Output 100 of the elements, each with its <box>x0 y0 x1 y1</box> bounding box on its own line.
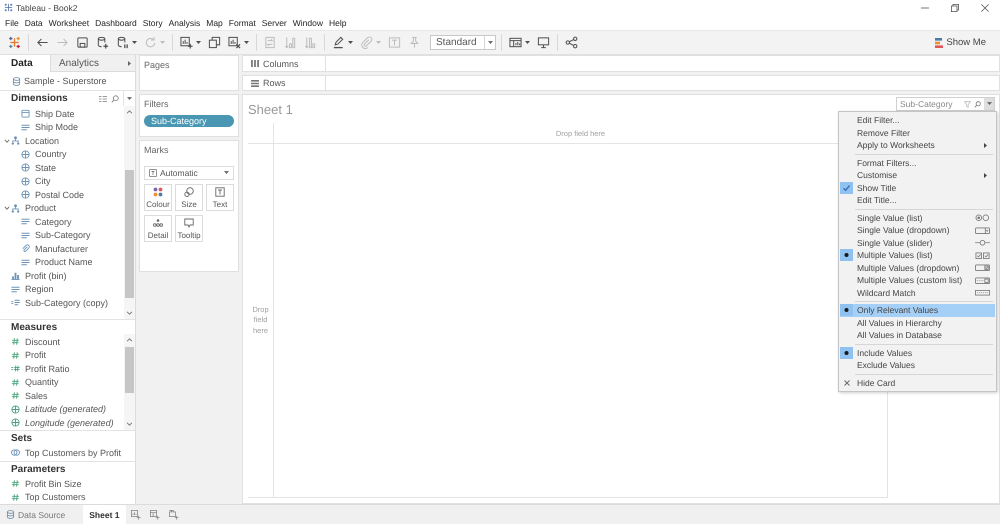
mark-property-button[interactable]: Size <box>175 184 203 211</box>
menu-item[interactable]: Dashboard <box>92 18 140 28</box>
sheet-tab[interactable]: Data Source <box>0 505 72 524</box>
hash-icon <box>11 492 20 502</box>
menu-item[interactable]: Include Values <box>840 346 995 359</box>
menu-item[interactable]: Multiple Values (dropdown) <box>840 262 995 274</box>
caret-icon <box>986 102 992 106</box>
caret-icon[interactable] <box>4 138 10 144</box>
scrollbar[interactable] <box>124 106 135 319</box>
mark-property-button[interactable]: Colour <box>144 184 172 211</box>
field-item[interactable]: Top Customers by Profit <box>11 448 122 458</box>
menu-item[interactable]: All Values in Hierarchy <box>840 316 995 329</box>
scrollbar[interactable] <box>124 334 135 430</box>
hash-icon <box>11 337 20 346</box>
paperclip-icon <box>360 36 373 49</box>
field-item[interactable]: Category <box>21 216 72 227</box>
globe-icon <box>11 404 20 414</box>
field-item[interactable]: Manufacturer <box>21 244 88 254</box>
list-view-icon[interactable] <box>99 94 107 102</box>
field-item[interactable]: Longitude (generated) <box>11 418 114 428</box>
menu-item[interactable]: Multiple Values (custom list) <box>840 274 995 286</box>
dropdown-button[interactable] <box>984 98 994 110</box>
field-item[interactable]: Region <box>11 284 54 294</box>
menu-item[interactable]: Single Value (list) <box>840 212 995 224</box>
menu-item[interactable]: Apply to Worksheets <box>840 139 995 152</box>
pen-icon <box>332 36 345 49</box>
globe-icon <box>21 163 30 172</box>
globe-icon <box>21 176 30 186</box>
menu-item[interactable]: Format <box>226 18 259 28</box>
field-item[interactable]: Latitude (generated) <box>11 404 106 414</box>
view-size-dropdown[interactable]: Standard <box>430 35 496 50</box>
mark-type-dropdown[interactable]: Automatic <box>144 166 234 180</box>
show-me-button[interactable]: Show Me <box>935 37 986 48</box>
menu-item[interactable]: Edit Title... <box>840 194 995 206</box>
search-icon[interactable] <box>974 100 981 108</box>
menu-item[interactable]: Hide Card <box>840 376 995 389</box>
database-icon <box>6 510 15 519</box>
menu-item[interactable]: Format Filters... <box>840 156 995 169</box>
menu-item[interactable]: Show Title <box>840 182 995 194</box>
menu-item[interactable]: Window <box>290 18 326 28</box>
field-item[interactable]: Top Customers <box>11 492 86 502</box>
field-item[interactable]: Discount <box>11 336 60 347</box>
pin-icon <box>408 36 421 49</box>
menu-item[interactable]: Customise <box>840 169 995 182</box>
field-item[interactable]: Ship Mode <box>21 122 78 132</box>
presentation-icon <box>537 36 550 49</box>
search-icon[interactable] <box>111 94 119 102</box>
field-item[interactable]: Profit Ratio <box>11 364 70 374</box>
pane-menu-button[interactable] <box>124 55 135 72</box>
field-item[interactable]: Profit Bin Size <box>11 478 82 489</box>
field-item[interactable]: Sales <box>11 390 48 401</box>
field-item[interactable]: City <box>21 176 50 186</box>
menu-item[interactable]: All Values in Database <box>840 329 995 342</box>
data-source-item[interactable]: Sample - Superstore <box>12 76 107 86</box>
menu-item[interactable]: Data <box>22 18 46 28</box>
mark-property-button[interactable]: Detail <box>144 215 172 242</box>
card-title: Marks <box>144 145 168 155</box>
sheet-tab[interactable]: Sheet 1 <box>83 505 126 524</box>
menu-item[interactable]: Worksheet <box>46 18 92 28</box>
mark-property-button[interactable]: Text <box>206 184 234 211</box>
menu-item[interactable]: Exclude Values <box>840 359 995 372</box>
field-item[interactable]: State <box>21 162 56 173</box>
field-item[interactable]: Postal Code <box>21 190 84 200</box>
scrollbar-thumb[interactable] <box>125 170 134 298</box>
card-title: Filters <box>144 99 168 109</box>
pane-tab[interactable]: Analytics <box>50 55 124 72</box>
menu-item[interactable]: File <box>2 18 22 28</box>
window-chart-icon <box>509 36 522 49</box>
menu-item[interactable]: Story <box>140 18 166 28</box>
close-icon <box>981 4 989 12</box>
menu-item[interactable]: Remove Filter <box>840 126 995 139</box>
menu-item[interactable]: Help <box>326 18 350 28</box>
menu-item[interactable]: Analysis <box>166 18 204 28</box>
share-icon <box>565 36 578 49</box>
refresh-icon <box>144 36 157 49</box>
field-item[interactable]: Quantity <box>11 377 59 388</box>
field-item[interactable]: Location <box>11 136 60 146</box>
menu-item[interactable]: Single Value (dropdown) <box>840 224 995 236</box>
menu-item[interactable]: Map <box>203 18 226 28</box>
field-item[interactable]: Ship Date <box>21 108 75 119</box>
menu-item[interactable]: Only Relevant Values <box>840 304 995 316</box>
menu-item[interactable]: Multiple Values (list) <box>840 249 995 262</box>
mark-property-button[interactable]: Tooltip <box>175 215 203 242</box>
field-item[interactable]: Sub-Category (copy) <box>11 298 108 308</box>
shelf-label: Rows <box>263 78 286 88</box>
menu-item[interactable]: Single Value (slider) <box>840 236 995 249</box>
caret-icon[interactable] <box>4 205 10 212</box>
field-item[interactable]: Sub-Category <box>21 230 91 240</box>
filter-card[interactable]: Sub-Category <box>896 97 995 111</box>
field-item[interactable]: Product <box>11 203 56 214</box>
menu-item[interactable]: Server <box>258 18 290 28</box>
hash-icon <box>11 479 20 488</box>
field-item[interactable]: Country <box>21 149 67 160</box>
menu-item[interactable]: Edit Filter... <box>840 114 995 126</box>
field-item[interactable]: Profit (bin) <box>11 270 67 281</box>
swap-icon <box>264 36 277 49</box>
field-item[interactable]: Profit <box>11 350 46 360</box>
scrollbar-thumb[interactable] <box>125 347 134 393</box>
field-item[interactable]: Product Name <box>21 257 93 268</box>
menu-item[interactable]: Wildcard Match <box>840 286 995 299</box>
